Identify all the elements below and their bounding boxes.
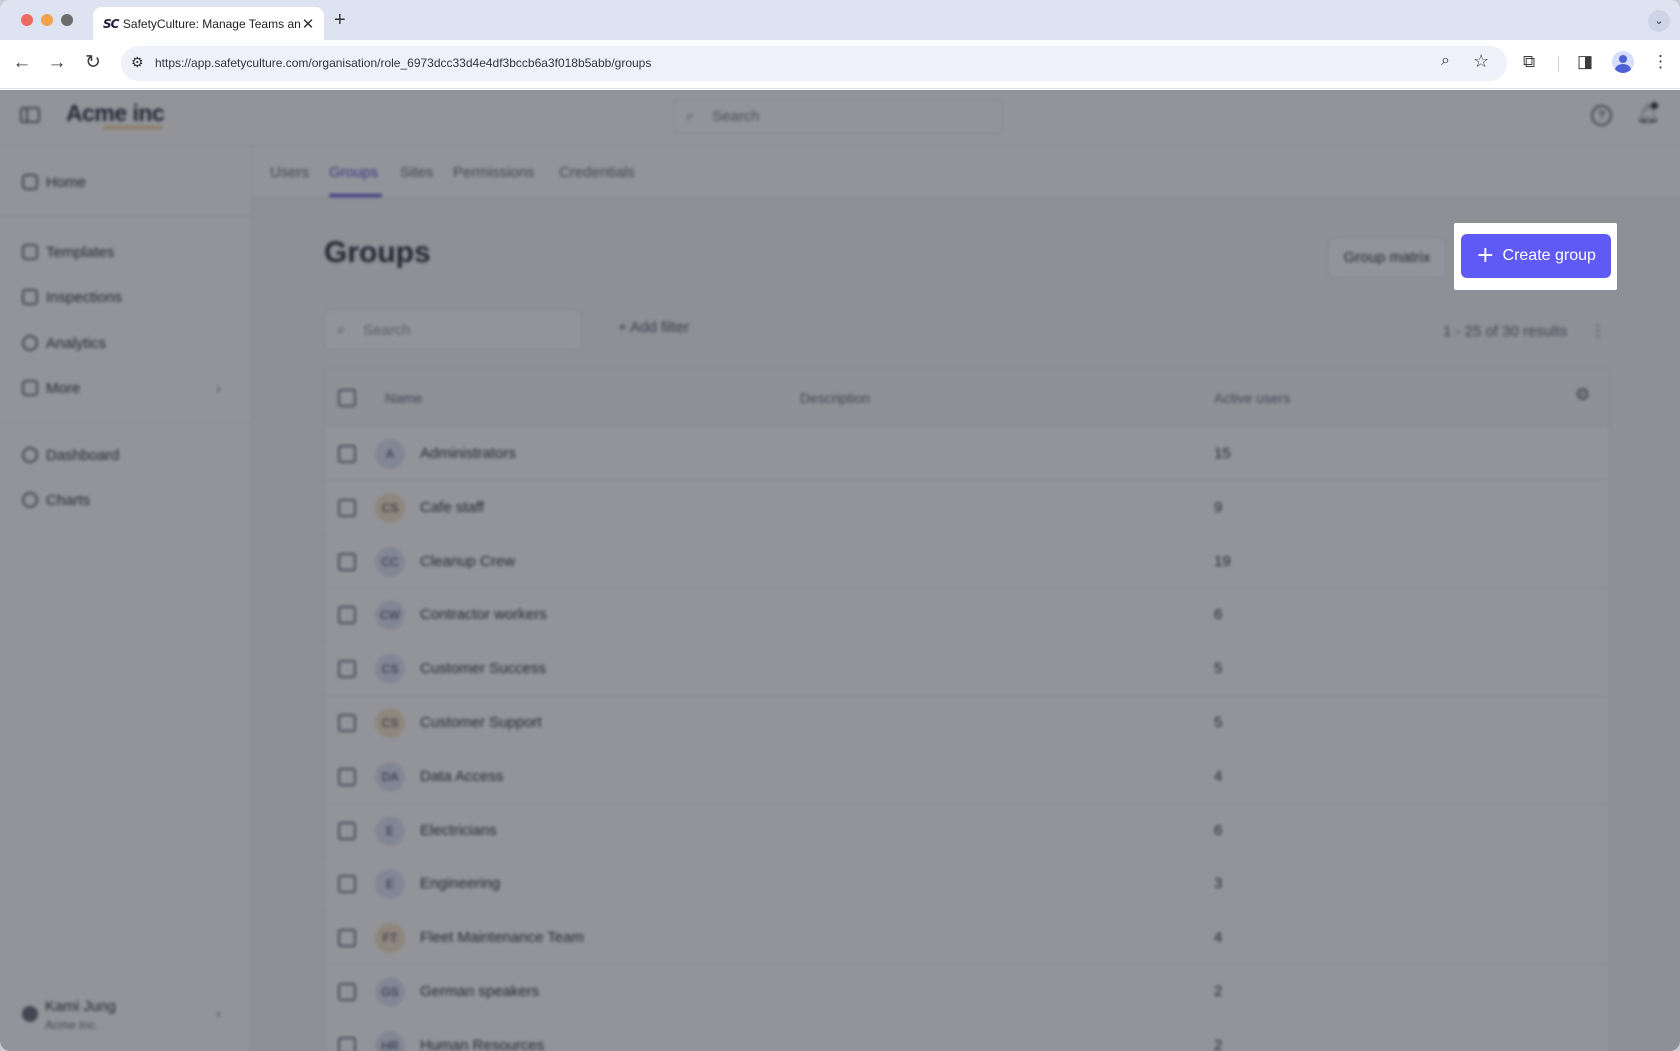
url-text[interactable]: https://app.safetyculture.com/organisati… (155, 56, 651, 70)
window-maximize-button[interactable] (61, 14, 73, 26)
new-tab-icon[interactable]: + (334, 9, 346, 32)
zoom-icon[interactable]: ⌕ (1441, 52, 1450, 70)
toolbar-divider (1558, 56, 1559, 72)
profile-avatar-icon[interactable] (1612, 51, 1634, 73)
plus-icon: + (1476, 243, 1495, 268)
bookmark-star-icon[interactable]: ☆ (1473, 51, 1489, 72)
tab-title: SafetyCulture: Manage Teams and... (122, 16, 301, 31)
address-bar[interactable]: ⚙ https://app.safetyculture.com/organisa… (121, 46, 1507, 81)
back-arrow-icon[interactable]: ← (9, 50, 35, 76)
dim-overlay (0, 90, 1680, 1051)
browser-toolbar: ← → ↻ ⚙ https://app.safetyculture.com/or… (0, 40, 1680, 89)
browser-menu-icon[interactable]: ⋮ (1652, 52, 1669, 72)
create-group-button[interactable]: + Create group (1461, 234, 1611, 278)
window-minimize-button[interactable] (41, 14, 53, 26)
browser-tab[interactable]: SC SafetyCulture: Manage Teams and... ✕ (93, 7, 324, 40)
browser-window: SC SafetyCulture: Manage Teams and... ✕ … (0, 0, 1680, 1051)
side-panel-icon[interactable]: ◨ (1577, 52, 1593, 72)
window-close-button[interactable] (21, 14, 33, 26)
create-group-label: Create group (1502, 247, 1596, 264)
tab-strip: SC SafetyCulture: Manage Teams and... ✕ … (0, 0, 1680, 40)
extensions-puzzle-icon[interactable]: ⧉ (1523, 52, 1535, 72)
tab-close-icon[interactable]: ✕ (300, 15, 316, 33)
forward-arrow-icon[interactable]: → (44, 50, 70, 76)
tab-search-chevron-icon[interactable]: ⌄ (1648, 10, 1670, 32)
site-info-icon[interactable]: ⚙ (131, 54, 144, 71)
reload-icon[interactable]: ↻ (80, 50, 106, 76)
safetyculture-favicon-icon: SC (103, 16, 119, 31)
